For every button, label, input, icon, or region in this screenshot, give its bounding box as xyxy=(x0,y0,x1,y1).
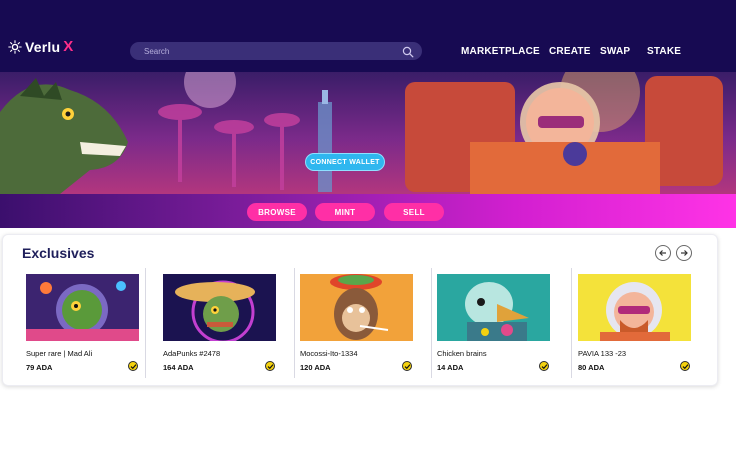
nft-card[interactable]: Super rare | Mad Ali 79 ADA xyxy=(22,268,144,378)
nav-item-create[interactable]: CREATE xyxy=(549,46,591,57)
nft-price: 164 ADA xyxy=(163,363,194,372)
nft-card[interactable]: Mocossi-Ito-1334 120 ADA xyxy=(296,268,418,378)
brand-accent-letter: X xyxy=(63,38,74,55)
nft-title: PAVIA 133 -23 xyxy=(578,349,627,358)
nft-price: 80 ADA xyxy=(578,363,605,372)
section-title: Exclusives xyxy=(22,245,95,261)
sun-icon xyxy=(8,39,22,54)
nft-image xyxy=(300,274,413,341)
search-bar[interactable] xyxy=(130,42,422,60)
nft-price: 120 ADA xyxy=(300,363,331,372)
card-divider xyxy=(431,268,432,378)
previous-button[interactable] xyxy=(655,245,671,261)
nft-title: Super rare | Mad Ali xyxy=(26,349,93,358)
nav-item-swap[interactable]: SWAP xyxy=(600,46,630,57)
verified-icon xyxy=(128,361,138,371)
arrow-left-icon xyxy=(659,250,666,256)
nft-title: AdaPunks #2478 xyxy=(163,349,221,358)
nav-item-stake[interactable]: STAKE xyxy=(647,46,681,57)
nft-title: Chicken brains xyxy=(437,349,487,358)
brand-name: Verlu xyxy=(25,38,61,55)
search-input[interactable] xyxy=(144,46,402,56)
hero-artwork xyxy=(0,72,723,194)
nft-card[interactable]: AdaPunks #2478 164 ADA xyxy=(159,268,281,378)
nav-item-marketplace[interactable]: MARKETPLACE xyxy=(461,46,540,57)
search-icon[interactable] xyxy=(402,45,414,58)
nft-image xyxy=(26,274,139,341)
hero-banner xyxy=(0,72,736,194)
verified-icon xyxy=(539,361,549,371)
next-button[interactable] xyxy=(676,245,692,261)
browse-button[interactable]: BROWSE xyxy=(247,203,307,221)
card-divider xyxy=(145,268,146,378)
arrow-right-icon xyxy=(681,250,688,256)
connect-wallet-button[interactable]: CONNECT WALLET xyxy=(305,153,385,171)
nft-card[interactable]: Chicken brains 14 ADA xyxy=(433,268,555,378)
nft-image xyxy=(578,274,691,341)
card-divider xyxy=(294,268,295,378)
nft-image xyxy=(437,274,550,341)
nft-price: 79 ADA xyxy=(26,363,53,372)
verified-icon xyxy=(402,361,412,371)
sell-button[interactable]: SELL xyxy=(384,203,444,221)
card-divider xyxy=(571,268,572,378)
nft-image xyxy=(163,274,276,341)
nft-card[interactable]: PAVIA 133 -23 80 ADA xyxy=(574,268,696,378)
verified-icon xyxy=(265,361,275,371)
verified-icon xyxy=(680,361,690,371)
nft-price: 14 ADA xyxy=(437,363,464,372)
mint-button[interactable]: MINT xyxy=(315,203,375,221)
nft-title: Mocossi-Ito-1334 xyxy=(300,349,358,358)
brand-logo[interactable]: Verlu X xyxy=(8,38,73,55)
top-navigation-bar xyxy=(0,0,736,72)
